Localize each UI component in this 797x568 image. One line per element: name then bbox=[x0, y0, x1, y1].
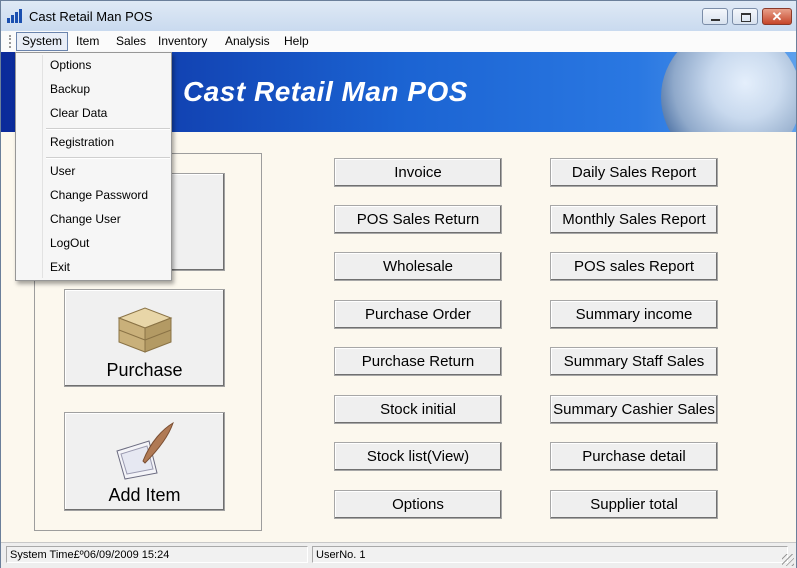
menu-item[interactable]: Item bbox=[71, 32, 104, 51]
menu-option-change-password[interactable]: Change Password bbox=[50, 186, 148, 204]
quill-icon bbox=[113, 421, 177, 486]
daily-sales-report-button[interactable]: Daily Sales Report bbox=[550, 158, 718, 187]
pos-sales-return-button[interactable]: POS Sales Return bbox=[334, 205, 502, 234]
purchase-button-label: Purchase bbox=[106, 360, 183, 380]
main-window: Cast Retail Man POS ✕ System Item Sales … bbox=[0, 0, 797, 568]
menu-option-backup[interactable]: Backup bbox=[50, 80, 90, 98]
menu-separator bbox=[46, 128, 170, 130]
resize-grip-icon[interactable] bbox=[782, 554, 794, 566]
menu-option-change-user[interactable]: Change User bbox=[50, 210, 121, 228]
maximize-button[interactable] bbox=[732, 8, 758, 25]
menu-grip-icon bbox=[9, 35, 13, 48]
menu-option-clear-data[interactable]: Clear Data bbox=[50, 104, 107, 122]
window-title: Cast Retail Man POS bbox=[29, 9, 153, 24]
menu-option-user[interactable]: User bbox=[50, 162, 75, 180]
add-item-button[interactable]: Add Item bbox=[64, 412, 225, 511]
menu-separator bbox=[46, 157, 170, 159]
summary-staff-sales-button[interactable]: Summary Staff Sales bbox=[550, 347, 718, 376]
menu-option-logout[interactable]: LogOut bbox=[50, 234, 89, 252]
satellite-dish-icon bbox=[661, 52, 796, 132]
menu-gutter bbox=[42, 55, 43, 278]
close-button[interactable]: ✕ bbox=[762, 8, 792, 25]
menu-option-exit[interactable]: Exit bbox=[50, 258, 70, 276]
menu-inventory[interactable]: Inventory bbox=[153, 32, 212, 51]
user-number-panel: UserNo. 1 bbox=[312, 546, 788, 563]
system-menu-dropdown: Options Backup Clear Data Registration U… bbox=[15, 52, 172, 281]
status-bar: System Time£º06/09/2009 15:24 UserNo. 1 bbox=[1, 542, 796, 568]
add-item-button-label: Add Item bbox=[108, 485, 181, 505]
purchase-order-button[interactable]: Purchase Order bbox=[334, 300, 502, 329]
menu-option-options[interactable]: Options bbox=[50, 56, 91, 74]
menu-option-registration[interactable]: Registration bbox=[50, 133, 114, 151]
menu-sales[interactable]: Sales bbox=[111, 32, 151, 51]
purchase-detail-button[interactable]: Purchase detail bbox=[550, 442, 718, 471]
menu-analysis[interactable]: Analysis bbox=[220, 32, 275, 51]
menu-bar: System Item Sales Inventory Analysis Hel… bbox=[1, 31, 796, 52]
supplier-total-button[interactable]: Supplier total bbox=[550, 490, 718, 519]
summary-income-button[interactable]: Summary income bbox=[550, 300, 718, 329]
title-bar[interactable]: Cast Retail Man POS ✕ bbox=[1, 1, 796, 32]
summary-cashier-sales-button[interactable]: Summary Cashier Sales bbox=[550, 395, 718, 424]
menu-system[interactable]: System bbox=[16, 32, 69, 51]
menu-help[interactable]: Help bbox=[279, 32, 314, 51]
pos-sales-report-button[interactable]: POS sales Report bbox=[550, 252, 718, 281]
system-time-panel: System Time£º06/09/2009 15:24 bbox=[6, 546, 308, 563]
invoice-button[interactable]: Invoice bbox=[334, 158, 502, 187]
purchase-button[interactable]: Purchase bbox=[64, 289, 225, 387]
wholesale-button[interactable]: Wholesale bbox=[334, 252, 502, 281]
purchase-return-button[interactable]: Purchase Return bbox=[334, 347, 502, 376]
stock-initial-button[interactable]: Stock initial bbox=[334, 395, 502, 424]
stock-list-button[interactable]: Stock list(View) bbox=[334, 442, 502, 471]
monthly-sales-report-button[interactable]: Monthly Sales Report bbox=[550, 205, 718, 234]
options-button[interactable]: Options bbox=[334, 490, 502, 519]
boxes-icon bbox=[113, 298, 177, 361]
banner-title: Cast Retail Man POS bbox=[183, 76, 468, 107]
minimize-button[interactable] bbox=[702, 8, 728, 25]
app-bars-icon bbox=[7, 9, 23, 23]
